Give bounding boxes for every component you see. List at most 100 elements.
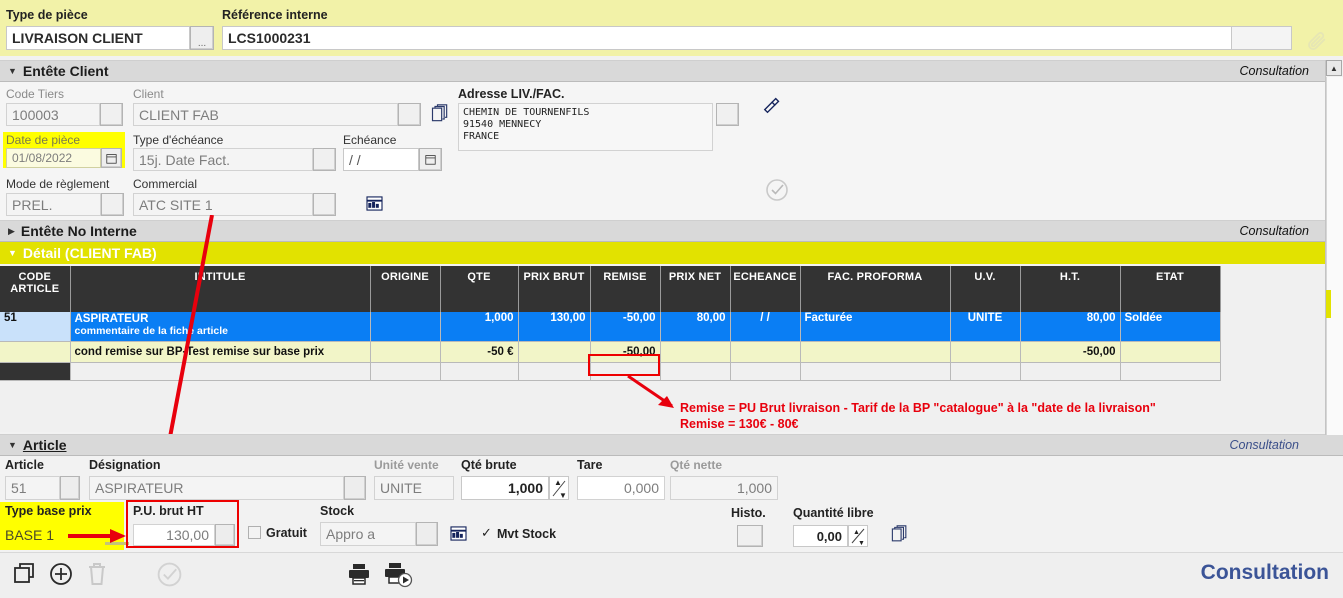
cell-prix-net[interactable] xyxy=(660,341,730,362)
col-uv[interactable]: U.V. xyxy=(950,266,1020,312)
cell-echeance[interactable] xyxy=(730,341,800,362)
cell-qte[interactable] xyxy=(440,362,518,380)
cell-code-article[interactable] xyxy=(0,362,70,380)
client-copy-icon[interactable] xyxy=(430,104,450,124)
tare-input[interactable]: 0,000 xyxy=(577,476,665,500)
col-ht[interactable]: H.T. xyxy=(1020,266,1120,312)
cell-origine[interactable] xyxy=(370,341,440,362)
date-piece-input[interactable]: 01/08/2022 xyxy=(6,148,101,168)
cell-remise[interactable]: -50,00 xyxy=(590,312,660,341)
cell-uv[interactable] xyxy=(950,362,1020,380)
cell-prix-brut[interactable] xyxy=(518,341,590,362)
cell-origine[interactable] xyxy=(370,312,440,341)
col-prix-brut[interactable]: PRIX BRUT xyxy=(518,266,590,312)
cell-ht[interactable]: -50,00 xyxy=(1020,341,1120,362)
quantite-libre-input[interactable]: 0,00 xyxy=(793,525,848,547)
qte-brute-stepper[interactable]: ▲▼ xyxy=(549,476,569,500)
type-echeance-input[interactable]: 15j. Date Fact. xyxy=(133,148,313,171)
chevron-down-icon: ▼ xyxy=(8,440,17,450)
paperclip-icon[interactable] xyxy=(1306,30,1328,52)
mvt-stock-checkmark-icon[interactable]: ✓ xyxy=(481,525,492,541)
designation-input[interactable]: ASPIRATEUR xyxy=(89,476,344,500)
col-fac-proforma[interactable]: FAC. PROFORMA xyxy=(800,266,950,312)
cell-echeance[interactable] xyxy=(730,362,800,380)
col-remise[interactable]: REMISE xyxy=(590,266,660,312)
pu-brut-ht-input[interactable]: 130,00 xyxy=(133,524,215,546)
adresse-browse-button[interactable] xyxy=(716,103,739,126)
appro-browse-button[interactable] xyxy=(416,522,438,546)
scrollbar-track[interactable] xyxy=(1326,77,1343,435)
mode-reglement-browse-button[interactable] xyxy=(101,193,124,216)
cell-qte[interactable]: -50 € xyxy=(440,341,518,362)
cell-uv[interactable]: UNITE xyxy=(950,312,1020,341)
cell-qte[interactable]: 1,000 xyxy=(440,312,518,341)
cell-prix-brut[interactable] xyxy=(518,362,590,380)
gratuit-checkbox[interactable] xyxy=(248,526,261,539)
qte-brute-input[interactable]: 1,000 xyxy=(461,476,549,500)
cell-uv[interactable] xyxy=(950,341,1020,362)
printer-preview-icon[interactable] xyxy=(384,561,414,588)
cell-remise[interactable]: -50,00 xyxy=(590,341,660,362)
vertical-scrollbar[interactable]: ▲ xyxy=(1325,60,1343,435)
adresse-textarea[interactable]: CHEMIN DE TOURNENFILS 91540 MENNECY FRAN… xyxy=(458,103,713,151)
client-input[interactable]: CLIENT FAB xyxy=(133,103,398,126)
cell-fac-proforma[interactable] xyxy=(800,341,950,362)
echeance-input[interactable]: / / xyxy=(343,148,419,171)
cell-prix-net[interactable]: 80,00 xyxy=(660,312,730,341)
client-browse-button[interactable] xyxy=(398,103,421,126)
reference-interne-input[interactable]: LCS1000231 xyxy=(222,26,1292,50)
copy-icon[interactable] xyxy=(12,561,38,587)
type-piece-browse-button[interactable]: ... xyxy=(190,26,214,50)
article-status: Consultation xyxy=(1230,438,1300,452)
cell-fac-proforma[interactable] xyxy=(800,362,950,380)
pu-brut-ht-browse-button[interactable] xyxy=(215,524,235,546)
article-code-input[interactable]: 51 xyxy=(5,476,60,500)
cell-ht[interactable]: 80,00 xyxy=(1020,312,1120,341)
quantite-libre-copy-icon[interactable] xyxy=(890,525,909,544)
quantite-libre-stepper[interactable]: ▲▼ xyxy=(848,525,868,547)
stock-report-icon[interactable] xyxy=(450,526,467,541)
code-tiers-input[interactable]: 100003 xyxy=(6,103,100,126)
scrollbar-up-arrow[interactable]: ▲ xyxy=(1326,60,1342,76)
printer-icon[interactable] xyxy=(346,561,372,587)
col-prix-net[interactable]: PRIX NET xyxy=(660,266,730,312)
cell-etat[interactable]: Soldée xyxy=(1120,312,1220,341)
cell-etat[interactable] xyxy=(1120,341,1220,362)
cell-fac-proforma[interactable]: Facturée xyxy=(800,312,950,341)
unite-vente-input[interactable]: UNITE xyxy=(374,476,454,500)
histo-button[interactable] xyxy=(737,525,763,547)
address-book-icon[interactable] xyxy=(762,94,784,116)
validate-check-icon[interactable] xyxy=(765,178,789,202)
col-echeance[interactable]: ECHEANCE xyxy=(730,266,800,312)
mode-reglement-input[interactable]: PREL. xyxy=(6,193,101,216)
section-header-entete-client[interactable]: ▼ Entête Client Consultation xyxy=(0,60,1325,82)
col-origine[interactable]: ORIGINE xyxy=(370,266,440,312)
cell-echeance[interactable]: / / xyxy=(730,312,800,341)
cell-origine[interactable] xyxy=(370,362,440,380)
cell-etat[interactable] xyxy=(1120,362,1220,380)
date-piece-calendar-button[interactable] xyxy=(101,148,122,168)
appro-input[interactable]: Appro a xyxy=(320,522,416,546)
section-header-article[interactable]: ▼ Article Consultation xyxy=(0,434,1343,456)
plus-circle-icon[interactable] xyxy=(48,561,74,587)
chevron-down-icon: ▼ xyxy=(8,66,17,76)
cell-code-article[interactable]: 51 xyxy=(0,312,70,341)
type-piece-input[interactable]: LIVRAISON CLIENT xyxy=(6,26,190,50)
bottom-toolbar: Consultation xyxy=(0,552,1343,598)
cell-code-article[interactable] xyxy=(0,341,70,362)
designation-browse-button[interactable] xyxy=(344,476,366,500)
col-qte[interactable]: QTE xyxy=(440,266,518,312)
cell-ht[interactable] xyxy=(1020,362,1120,380)
report-icon[interactable] xyxy=(366,196,383,211)
cell-prix-brut[interactable]: 130,00 xyxy=(518,312,590,341)
commercial-browse-button[interactable] xyxy=(313,193,336,216)
code-tiers-browse-button[interactable] xyxy=(100,103,123,126)
echeance-calendar-button[interactable] xyxy=(419,148,442,171)
col-etat[interactable]: ETAT xyxy=(1120,266,1220,312)
qte-nette-input[interactable]: 1,000 xyxy=(670,476,778,500)
commercial-input[interactable]: ATC SITE 1 xyxy=(133,193,313,216)
type-echeance-browse-button[interactable] xyxy=(313,148,336,171)
col-code-article[interactable]: CODE ARTICLE xyxy=(0,266,70,312)
article-code-browse-button[interactable] xyxy=(60,476,80,500)
section-title-article: Article xyxy=(23,437,67,453)
